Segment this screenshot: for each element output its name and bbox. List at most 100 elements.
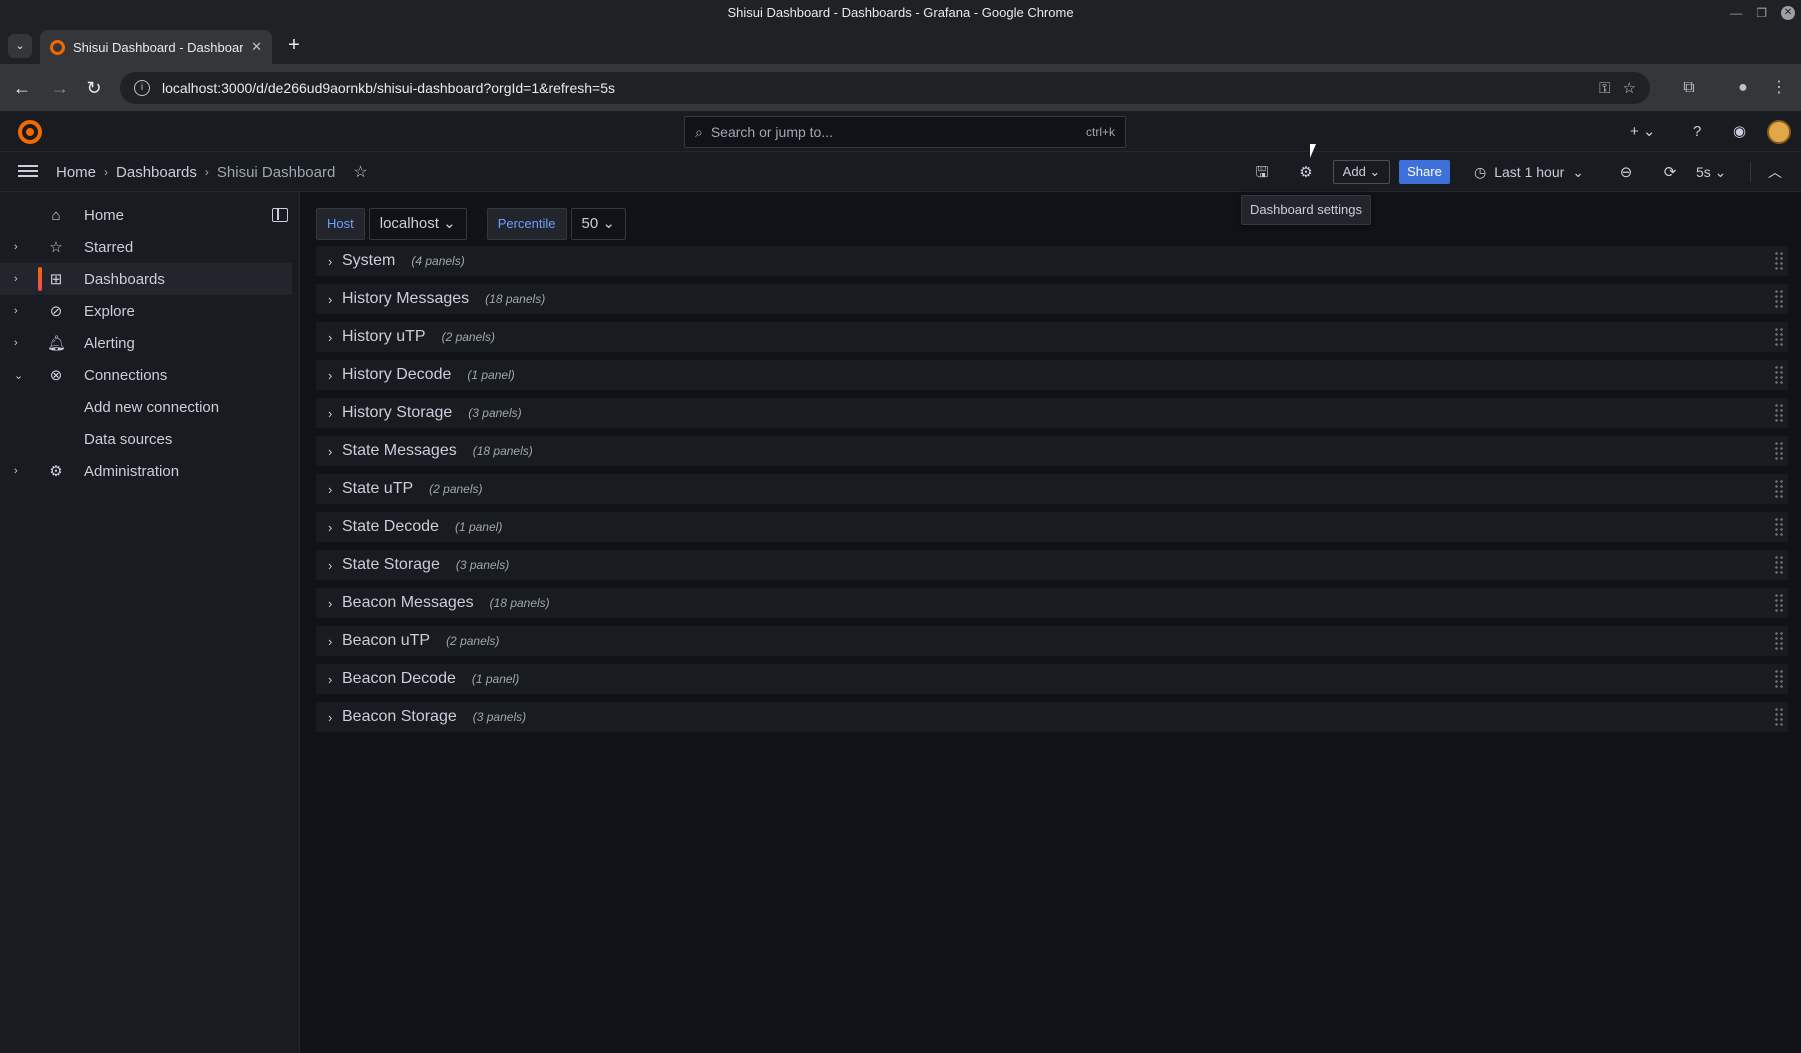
chevron-right-icon[interactable]: › [14, 273, 18, 285]
sidebar-item-administration[interactable]: › ⚙ Administration [0, 455, 292, 487]
drag-handle-icon[interactable] [1774, 251, 1784, 271]
help-icon[interactable]: ? [1693, 120, 1701, 144]
chevron-right-icon[interactable]: › [328, 368, 338, 383]
drag-handle-icon[interactable] [1774, 631, 1784, 651]
user-avatar[interactable] [1767, 120, 1791, 144]
sidebar-item-alerting[interactable]: › 🔔︎ Alerting [0, 327, 292, 359]
forward-icon[interactable]: → [48, 76, 72, 100]
address-bar[interactable]: i localhost:3000/d/de266ud9aornkb/shisui… [120, 72, 1650, 104]
dashboard-row[interactable]: › History Messages (18 panels) [316, 284, 1788, 314]
close-tab-icon[interactable]: ✕ [251, 39, 262, 55]
zoom-out-icon[interactable]: ⊖ [1615, 162, 1637, 184]
drag-handle-icon[interactable] [1774, 669, 1784, 689]
drag-handle-icon[interactable] [1774, 707, 1784, 727]
close-window-icon[interactable]: ✕ [1781, 6, 1795, 20]
chevron-right-icon[interactable]: › [328, 672, 338, 687]
drag-handle-icon[interactable] [1774, 555, 1784, 575]
dashboard-row[interactable]: › History uTP (2 panels) [316, 322, 1788, 352]
dashboard-row[interactable]: › State Decode (1 panel) [316, 512, 1788, 542]
drag-handle-icon[interactable] [1774, 479, 1784, 499]
row-title[interactable]: System [342, 252, 395, 270]
menu-toggle-icon[interactable] [18, 162, 38, 182]
refresh-icon[interactable]: ⟳ [1659, 162, 1681, 184]
chevron-right-icon[interactable]: › [14, 241, 18, 253]
row-title[interactable]: State Messages [342, 442, 457, 460]
drag-handle-icon[interactable] [1774, 593, 1784, 613]
row-title[interactable]: History Decode [342, 366, 451, 384]
dashboard-row[interactable]: › Beacon Messages (18 panels) [316, 588, 1788, 618]
chevron-right-icon[interactable]: › [14, 465, 18, 477]
chevron-right-icon[interactable]: › [328, 710, 338, 725]
news-feed-icon[interactable]: ◉ [1733, 120, 1746, 144]
row-title[interactable]: Beacon Storage [342, 708, 457, 726]
drag-handle-icon[interactable] [1774, 441, 1784, 461]
dashboard-row[interactable]: › State Messages (18 panels) [316, 436, 1788, 466]
sidebar-item-dashboards[interactable]: › ⊞ Dashboards [0, 263, 292, 295]
share-button[interactable]: Share [1399, 160, 1450, 184]
site-info-icon[interactable]: i [134, 80, 150, 96]
grafana-logo-icon[interactable] [18, 120, 42, 144]
drag-handle-icon[interactable] [1774, 365, 1784, 385]
chevron-right-icon[interactable]: › [328, 634, 338, 649]
back-icon[interactable]: ← [10, 76, 34, 100]
restore-icon[interactable]: ❐ [1756, 0, 1767, 26]
chevron-right-icon[interactable]: › [328, 292, 338, 307]
tab-search-button[interactable]: ⌄ [8, 34, 32, 58]
sidebar-item-home[interactable]: ⌂ Home [0, 199, 292, 231]
host-variable-select[interactable]: localhost ⌄ [368, 208, 467, 240]
chevron-right-icon[interactable]: › [328, 482, 338, 497]
add-button[interactable]: Add ⌄ [1333, 160, 1390, 184]
chevron-down-icon[interactable]: ⌄ [14, 369, 23, 382]
row-title[interactable]: Beacon Messages [342, 594, 474, 612]
reload-icon[interactable]: ↻ [82, 76, 106, 100]
chevron-right-icon[interactable]: › [328, 330, 338, 345]
collapse-header-icon[interactable]: ︿ [1768, 160, 1788, 184]
sidebar-item-add-new-connection[interactable]: Add new connection [0, 391, 292, 423]
breadcrumb-dashboards[interactable]: Dashboards [116, 164, 197, 181]
drag-handle-icon[interactable] [1774, 403, 1784, 423]
chevron-right-icon[interactable]: › [328, 596, 338, 611]
row-title[interactable]: Beacon uTP [342, 632, 430, 650]
save-dashboard-icon[interactable]: 🖫 [1251, 162, 1273, 184]
dashboard-row[interactable]: › System (4 panels) [316, 246, 1788, 276]
browser-tab[interactable]: Shisui Dashboard - Dashboar ✕ [40, 30, 272, 64]
chevron-right-icon[interactable]: › [14, 337, 18, 349]
chevron-right-icon[interactable]: › [328, 444, 338, 459]
profile-icon[interactable]: ● [1731, 76, 1755, 100]
time-range-picker[interactable]: ◷ Last 1 hour ⌄ [1474, 160, 1584, 184]
dashboard-row[interactable]: › Beacon Storage (3 panels) [316, 702, 1788, 732]
dashboard-row[interactable]: › State uTP (2 panels) [316, 474, 1788, 504]
chevron-right-icon[interactable]: › [328, 406, 338, 421]
chevron-right-icon[interactable]: › [328, 558, 338, 573]
favorite-star-icon[interactable]: ☆ [353, 162, 367, 182]
row-title[interactable]: State Storage [342, 556, 440, 574]
chevron-right-icon[interactable]: › [328, 254, 338, 269]
dashboard-row[interactable]: › History Decode (1 panel) [316, 360, 1788, 390]
drag-handle-icon[interactable] [1774, 517, 1784, 537]
bookmark-star-icon[interactable]: ☆ [1623, 79, 1636, 97]
chevron-right-icon[interactable]: › [328, 520, 338, 535]
chrome-menu-icon[interactable]: ⋮ [1767, 76, 1791, 100]
extensions-icon[interactable]: ⧉ [1677, 76, 1701, 100]
row-title[interactable]: State uTP [342, 480, 413, 498]
sidebar-item-starred[interactable]: › ☆ Starred [0, 231, 292, 263]
minimize-icon[interactable]: — [1730, 0, 1742, 26]
percentile-variable-select[interactable]: 50 ⌄ [570, 208, 626, 240]
row-title[interactable]: Beacon Decode [342, 670, 456, 688]
refresh-interval-picker[interactable]: 5s ⌄ [1696, 160, 1726, 184]
dashboard-row[interactable]: › Beacon uTP (2 panels) [316, 626, 1788, 656]
sidebar-item-connections[interactable]: ⌄ ⊗ Connections [0, 359, 292, 391]
chevron-right-icon[interactable]: › [14, 305, 18, 317]
drag-handle-icon[interactable] [1774, 327, 1784, 347]
new-menu-button[interactable]: + ⌄ [1630, 120, 1656, 144]
sidebar-item-data-sources[interactable]: Data sources [0, 423, 292, 455]
search-input[interactable]: ⌕ Search or jump to... ctrl+k [684, 116, 1126, 148]
dashboard-settings-icon[interactable]: ⚙ [1295, 162, 1317, 184]
row-title[interactable]: History Storage [342, 404, 452, 422]
row-title[interactable]: State Decode [342, 518, 439, 536]
sidebar-item-explore[interactable]: › ⊘ Explore [0, 295, 292, 327]
dashboard-row[interactable]: › Beacon Decode (1 panel) [316, 664, 1788, 694]
password-key-icon[interactable]: ⚿ [1599, 80, 1610, 97]
row-title[interactable]: History uTP [342, 328, 426, 346]
new-tab-button[interactable]: + [282, 34, 306, 58]
